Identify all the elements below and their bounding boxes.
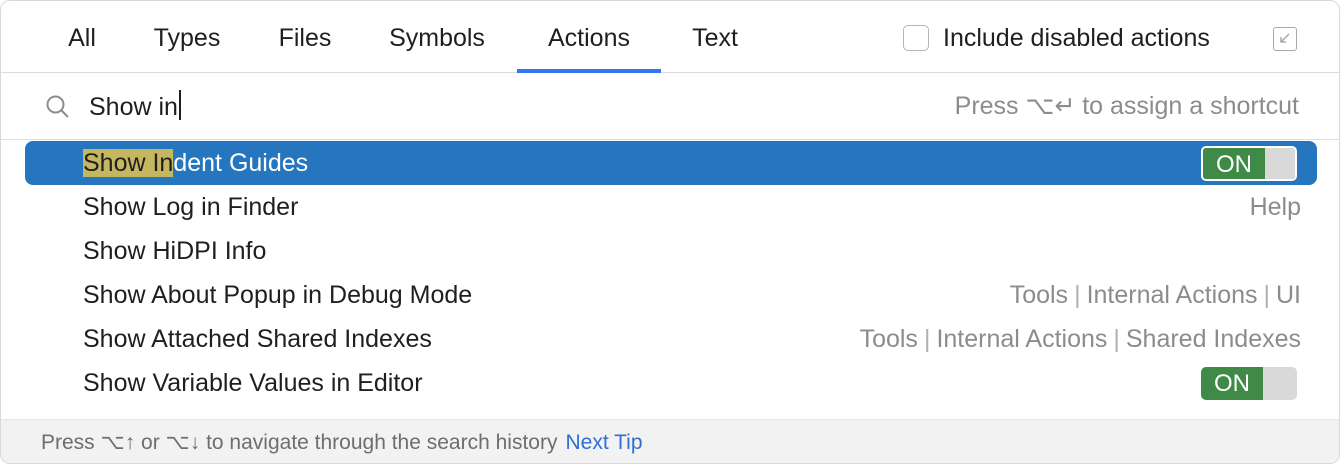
include-disabled-checkbox[interactable] [903, 25, 929, 51]
list-item-show-hidpi-info[interactable]: Show HiDPI Info [25, 229, 1317, 273]
toggle-knob [1265, 148, 1295, 179]
tab-text[interactable]: Text [675, 1, 755, 73]
list-item-label: Show Variable Values in Editor [83, 369, 423, 397]
tab-all[interactable]: All [53, 1, 111, 73]
list-item-label: Show About Popup in Debug Mode [83, 281, 473, 309]
separator: | [1074, 281, 1081, 309]
category-internal-actions: Internal Actions [1086, 281, 1258, 309]
collapse-popup-button[interactable] [1273, 27, 1297, 51]
search-query: Show in [89, 93, 178, 121]
category-help: Help [1249, 193, 1301, 221]
list-item-show-variable-values[interactable]: Show Variable Values in Editor ON [25, 361, 1317, 405]
category-internal-actions: Internal Actions [936, 325, 1108, 353]
separator: | [923, 325, 931, 353]
separator: | [1263, 281, 1271, 309]
include-disabled-label: Include disabled actions [943, 23, 1210, 52]
results-list: Show Indent Guides ON Show Log in Finder… [1, 141, 1339, 419]
tab-bar: All Types Files Symbols Actions Text Inc… [1, 1, 1339, 73]
text-caret [178, 90, 181, 120]
include-disabled-actions[interactable]: Include disabled actions [903, 23, 1210, 53]
footer-hint: Press ⌥↑ or ⌥↓ to navigate through the s… [41, 430, 643, 455]
variable-values-toggle[interactable]: ON [1201, 367, 1297, 400]
list-item-show-indent-guides[interactable]: Show Indent Guides ON [25, 141, 1317, 185]
footer-bar: Press ⌥↑ or ⌥↓ to navigate through the s… [1, 419, 1339, 463]
next-tip-link[interactable]: Next Tip [565, 431, 642, 454]
category-tools: Tools [1009, 281, 1069, 309]
list-item-show-about-popup[interactable]: Show About Popup in Debug Mode Tools | Int… [25, 273, 1317, 317]
tab-actions[interactable]: Actions [517, 1, 661, 73]
category-ui: UI [1276, 281, 1301, 309]
toggle-on-label: ON [1203, 148, 1265, 179]
list-item-show-log-in-finder[interactable]: Show Log in Finder Help [25, 185, 1317, 229]
category-shared-indexes: Shared Indexes [1125, 325, 1301, 353]
list-item-category: Help [1250, 185, 1301, 229]
separator: | [1113, 325, 1120, 353]
search-everywhere-popup: All Types Files Symbols Actions Text Inc… [0, 0, 1340, 464]
category-tools: Tools [859, 325, 918, 353]
toggle-knob [1263, 367, 1297, 400]
search-row: Show in Press ⌥↵ to assign a shortcut [1, 74, 1339, 140]
tab-types[interactable]: Types [137, 1, 237, 73]
toggle-on-label: ON [1201, 367, 1263, 400]
list-item-label: Show HiDPI Info [83, 237, 267, 265]
shortcut-hint: Press ⌥↵ to assign a shortcut [954, 92, 1299, 120]
label-rest: dent Guides [173, 149, 309, 177]
match-highlight: Show In [83, 149, 174, 177]
list-item-label: Show Attached Shared Indexes [83, 325, 432, 353]
indent-guides-toggle[interactable]: ON [1201, 146, 1297, 181]
list-item-category: Tools | Internal Actions | Shared Indexes [860, 317, 1301, 361]
search-input[interactable]: Show in [89, 89, 689, 125]
tab-files[interactable]: Files [263, 1, 347, 73]
tab-symbols[interactable]: Symbols [373, 1, 501, 73]
history-hint: Press ⌥↑ or ⌥↓ to navigate through the s… [41, 431, 558, 454]
list-item-show-attached-shared-indexes[interactable]: Show Attached Shared Indexes Tools | Inter… [25, 317, 1317, 361]
list-item-label: Show Indent Guides [83, 141, 308, 185]
list-item-category: Tools | Internal Actions | UI [1010, 273, 1301, 317]
search-icon [46, 95, 69, 118]
list-item-label: Show Log in Finder [83, 193, 299, 221]
collapse-arrow-icon [1280, 33, 1290, 43]
